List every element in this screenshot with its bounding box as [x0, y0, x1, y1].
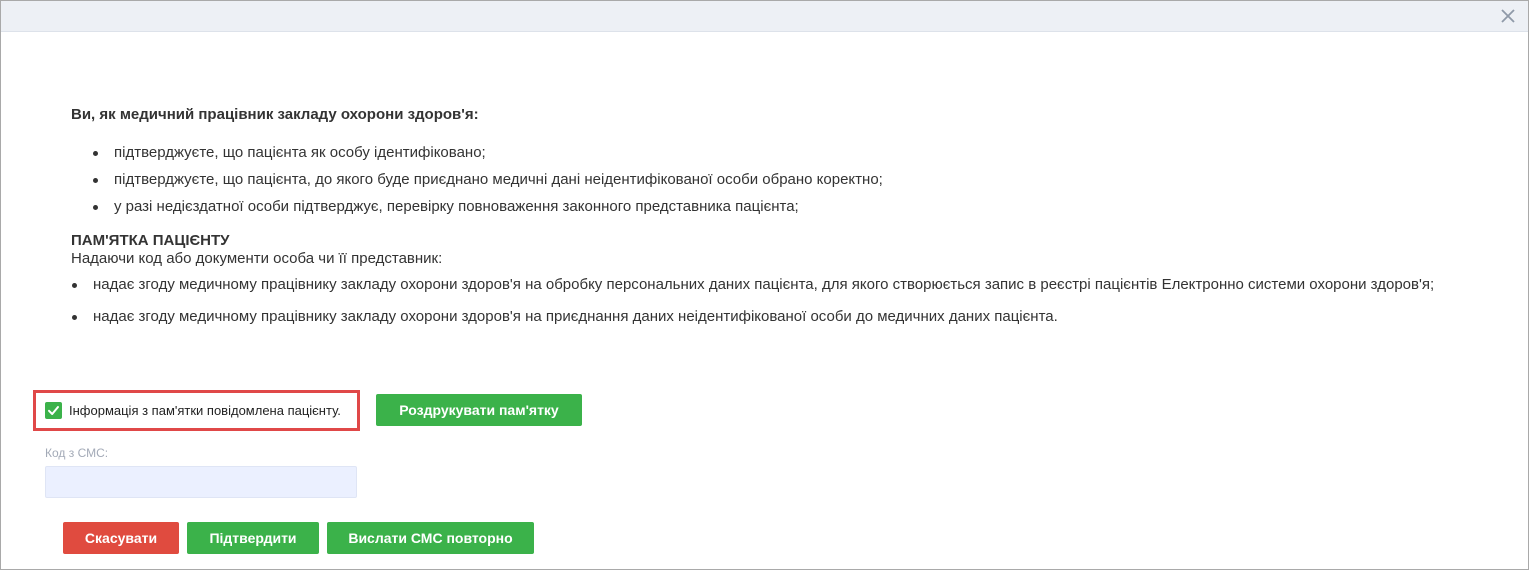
list-item: у разі недієздатної особи підтверджує, п… — [91, 193, 1491, 220]
check-icon — [48, 406, 59, 415]
memo-list: надає згоду медичному працівнику закладу… — [71, 276, 1491, 326]
dialog: Ви, як медичний працівник закладу охорон… — [0, 0, 1529, 570]
print-memo-button[interactable]: Роздрукувати пам'ятку — [376, 394, 582, 426]
resend-sms-button[interactable]: Вислати СМС повторно — [327, 522, 534, 554]
sms-code-label: Код з СМС: — [45, 446, 109, 460]
sms-code-input[interactable] — [45, 466, 357, 498]
confirm-checkbox-field[interactable]: Інформація з пам'ятки повідомлена пацієн… — [33, 390, 360, 431]
memo-title: ПАМ'ЯТКА ПАЦІЄНТУ — [71, 232, 230, 249]
memo-intro: Надаючи код або документи особа чи її пр… — [71, 250, 443, 267]
close-icon[interactable] — [1498, 6, 1518, 26]
confirm-checkbox[interactable] — [45, 402, 62, 419]
confirm-checkbox-label[interactable]: Інформація з пам'ятки повідомлена пацієн… — [69, 403, 341, 418]
list-item: підтверджуєте, що пацієнта, до якого буд… — [91, 166, 1491, 193]
list-item: підтверджуєте, що пацієнта як особу іден… — [91, 139, 1491, 166]
cancel-button[interactable]: Скасувати — [63, 522, 179, 554]
confirm-button[interactable]: Підтвердити — [187, 522, 319, 554]
list-item: надає згоду медичному працівнику закладу… — [71, 308, 1491, 326]
dialog-header — [1, 1, 1528, 32]
lead-text: Ви, як медичний працівник закладу охорон… — [71, 106, 479, 123]
list-item: надає згоду медичному працівнику закладу… — [71, 276, 1491, 294]
confirmation-text: Ви, як медичний працівник закладу охорон… — [71, 106, 1491, 340]
confirmation-list: підтверджуєте, що пацієнта як особу іден… — [71, 139, 1491, 220]
